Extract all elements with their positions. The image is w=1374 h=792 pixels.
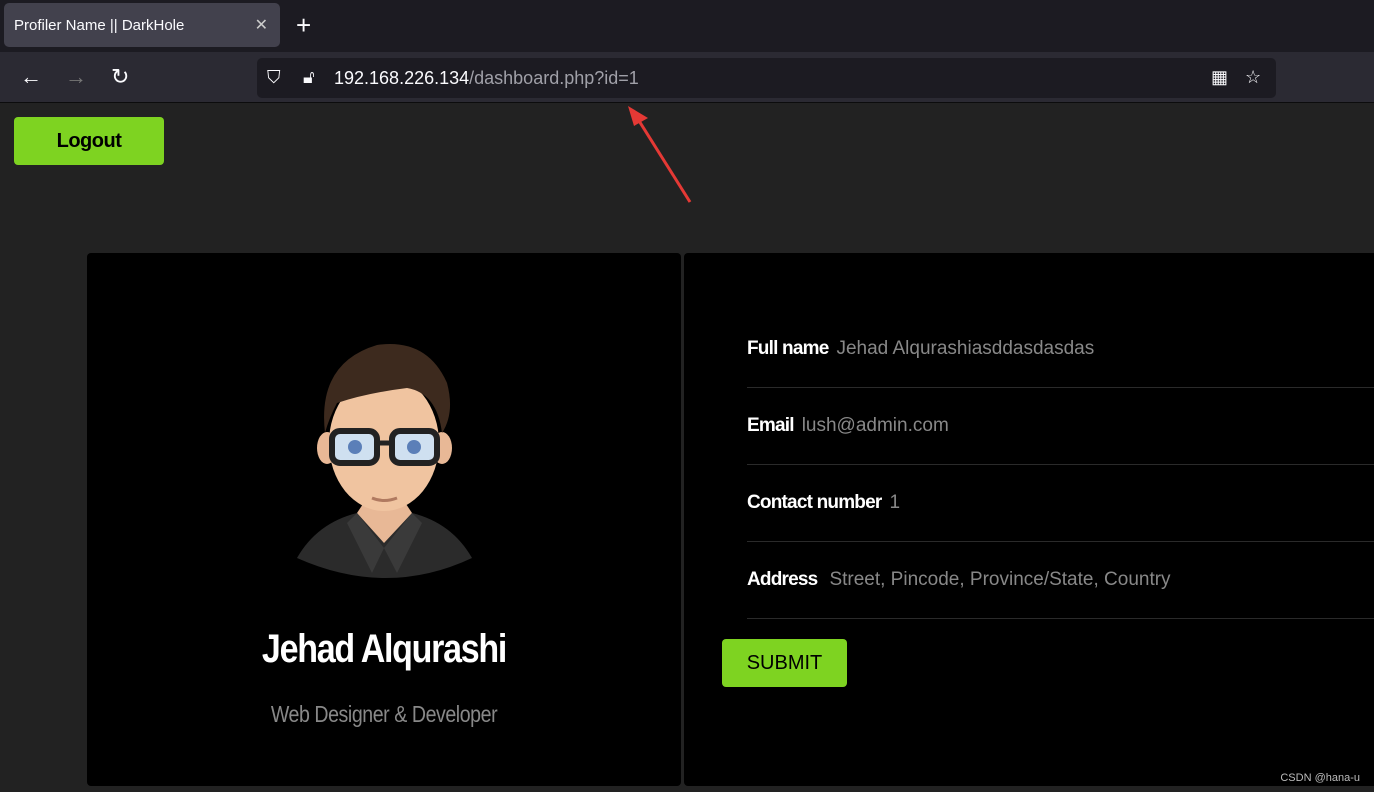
- email-label: Email: [747, 415, 794, 436]
- browser-tab[interactable]: Profiler Name || DarkHole ✕: [4, 3, 280, 47]
- profile-name: Jehad Alqurashi: [261, 627, 507, 671]
- contact-row: Contact number: [747, 465, 1374, 542]
- tab-bar: Profiler Name || DarkHole ✕ +: [0, 0, 1374, 52]
- logout-button[interactable]: Logout: [14, 117, 164, 165]
- full-name-row: Full name: [747, 311, 1374, 388]
- watermark: CSDN @hana-u: [1280, 772, 1360, 784]
- shield-icon[interactable]: ⛉: [267, 67, 281, 88]
- forward-icon[interactable]: →: [65, 66, 87, 88]
- full-name-input[interactable]: [836, 338, 1287, 360]
- address-label: Address: [747, 569, 818, 590]
- address-bar[interactable]: ⛉ 🔓︎ 192.168.226.134/dashboard.php?id=1 …: [257, 58, 1276, 98]
- address-row: Address: [747, 542, 1374, 619]
- reload-icon[interactable]: ↻: [111, 66, 129, 88]
- profile-form: Full name Email Contact number Address S…: [684, 253, 1374, 786]
- nav-bar: ← → ↻ ⛉ 🔓︎ 192.168.226.134/dashboard.php…: [0, 52, 1374, 103]
- email-input[interactable]: [801, 415, 1252, 437]
- profile-card: Jehad Alqurashi Web Designer & Developer: [87, 253, 681, 786]
- full-name-label: Full name: [747, 338, 829, 359]
- tab-title: Profiler Name || DarkHole: [14, 16, 185, 34]
- new-tab-icon[interactable]: +: [296, 10, 311, 40]
- address-input[interactable]: [829, 569, 1280, 591]
- url-path: /dashboard.php?id=1: [469, 68, 639, 88]
- email-row: Email: [747, 388, 1374, 465]
- bookmark-star-icon[interactable]: ☆: [1245, 67, 1261, 88]
- contact-input[interactable]: [889, 492, 1340, 514]
- url-host: 192.168.226.134: [334, 68, 470, 88]
- annotation-arrow-icon: [628, 106, 692, 203]
- contact-label: Contact number: [747, 492, 882, 513]
- profile-role: Web Designer & Developer: [270, 701, 498, 727]
- back-icon[interactable]: ←: [20, 66, 42, 88]
- submit-button[interactable]: SUBMIT: [722, 639, 847, 687]
- qr-code-icon[interactable]: ▦: [1211, 67, 1228, 88]
- insecure-lock-icon[interactable]: 🔓︎: [303, 67, 315, 88]
- avatar: [297, 344, 472, 578]
- close-tab-icon[interactable]: ✕: [255, 15, 268, 35]
